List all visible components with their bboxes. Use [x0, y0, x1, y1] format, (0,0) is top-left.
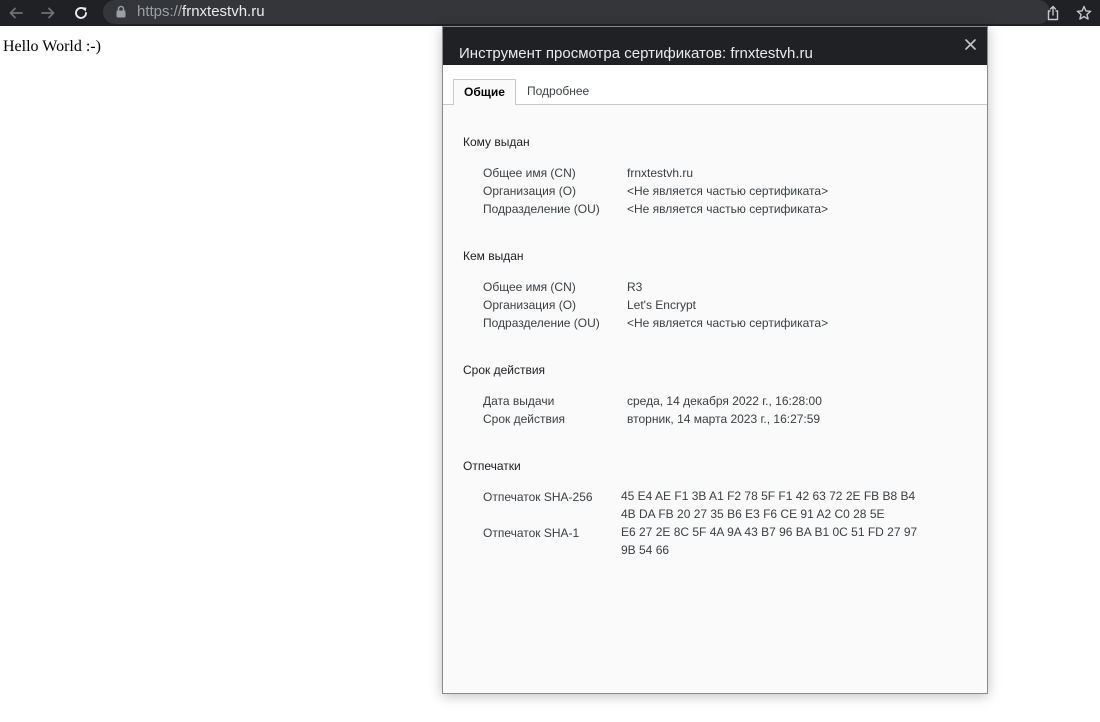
section-title-issued-by: Кем выдан	[463, 249, 524, 263]
field-label: Отпечаток SHA-256	[483, 490, 593, 504]
lock-icon[interactable]	[116, 5, 126, 18]
bookmark-button[interactable]	[1074, 3, 1094, 23]
close-button[interactable]	[961, 35, 979, 53]
field-value: <Не является частью сертификата>	[627, 316, 829, 330]
sha256-fingerprint-value: 45 E4 AE F1 3B A1 F2 78 5F F1 42 63 72 2…	[621, 489, 916, 521]
share-icon	[1047, 5, 1059, 21]
forward-button[interactable]	[38, 3, 58, 23]
field-label: Дата выдачи	[483, 394, 555, 408]
tab-details[interactable]: Подробнее	[517, 79, 599, 103]
dialog-title: Инструмент просмотра сертификатов: frnxt…	[459, 45, 813, 62]
field-label: Общее имя (CN)	[483, 280, 576, 294]
certificate-viewer-dialog: Инструмент просмотра сертификатов: frnxt…	[442, 26, 988, 694]
field-label: Подразделение (OU)	[483, 202, 600, 216]
field-value: frnxtestvh.ru	[627, 166, 694, 180]
dialog-header: Инструмент просмотра сертификатов: frnxt…	[443, 27, 987, 65]
reload-icon	[75, 7, 87, 19]
section-title-fingerprints: Отпечатки	[463, 459, 521, 473]
address-bar[interactable]: https://frnxtestvh.ru	[103, 0, 1050, 24]
field-label: Срок действия	[483, 412, 566, 426]
field-label: Отпечаток SHA-1	[483, 526, 580, 540]
url-host: frnxtestvh.ru	[182, 3, 265, 20]
section-title-issued-to: Кому выдан	[463, 135, 530, 149]
field-value: <Не является частью сертификата>	[627, 202, 829, 216]
back-button[interactable]	[6, 3, 26, 23]
reload-button[interactable]	[71, 3, 91, 23]
field-value: <Не является частью сертификата>	[627, 184, 829, 198]
url-scheme: https://	[137, 3, 183, 20]
sha1-fingerprint-value: E6 27 2E 8C 5F 4A 9A 43 B7 96 BA B1 0C 5…	[621, 525, 918, 557]
field-value: среда, 14 декабря 2022 г., 16:28:00	[627, 394, 822, 408]
close-icon	[964, 38, 976, 50]
field-value: Let's Encrypt	[627, 298, 696, 312]
arrow-right-icon	[41, 7, 55, 19]
share-button[interactable]	[1043, 3, 1063, 23]
star-icon	[1076, 5, 1092, 20]
field-value: вторник, 14 марта 2023 г., 16:27:59	[627, 412, 821, 426]
page-body-text: Hello World :-)	[3, 38, 101, 55]
field-label: Организация (O)	[483, 184, 577, 198]
url-text[interactable]: https://frnxtestvh.ru	[137, 2, 265, 22]
arrow-left-icon	[9, 7, 23, 19]
field-label: Организация (O)	[483, 298, 577, 312]
browser-toolbar: https://frnxtestvh.ru	[0, 0, 1100, 26]
field-label: Общее имя (CN)	[483, 166, 576, 180]
section-title-validity: Срок действия	[463, 363, 546, 377]
field-value: R3	[627, 280, 643, 294]
field-label: Подразделение (OU)	[483, 316, 600, 330]
tab-bar: Общие Подробнее	[443, 65, 987, 105]
tab-general[interactable]: Общие	[453, 79, 516, 105]
